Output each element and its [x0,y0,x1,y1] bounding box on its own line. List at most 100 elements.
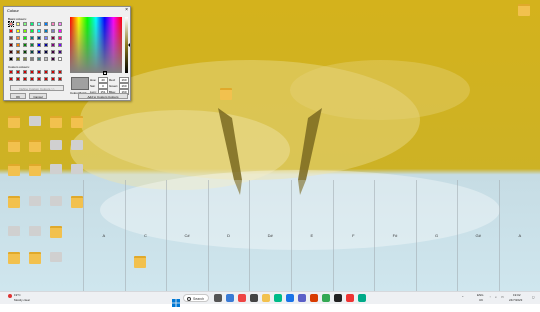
task-view-icon[interactable] [214,294,222,302]
basic-colour-swatch[interactable] [30,29,34,33]
basic-colour-swatch[interactable] [16,43,20,47]
cancel-button[interactable]: Cancel [29,93,47,99]
desktop-icon[interactable] [48,252,64,262]
desktop-icon[interactable] [6,226,22,236]
basic-colour-swatch[interactable] [44,29,48,33]
basic-colour-swatch[interactable] [51,57,55,61]
desktop-icon[interactable] [69,164,85,174]
basic-colour-swatch[interactable] [58,43,62,47]
basic-colour-swatch[interactable] [30,43,34,47]
basic-colour-swatch[interactable] [9,29,13,33]
basic-colour-swatch[interactable] [8,21,14,27]
basic-colour-swatch[interactable] [37,43,41,47]
basic-colour-swatch[interactable] [58,22,62,26]
basic-colour-swatch[interactable] [44,22,48,26]
basic-colour-swatch[interactable] [51,36,55,40]
store-icon[interactable] [274,294,282,302]
desktop-icon[interactable] [27,140,43,152]
weather-temp[interactable]: 19°C [14,293,21,297]
desktop-icon[interactable] [132,256,148,268]
weather-desc[interactable]: Mostly clear [14,298,30,302]
basic-colour-swatch[interactable] [58,57,62,61]
media-icon[interactable] [346,294,354,302]
custom-colour-swatch[interactable] [30,70,34,74]
start-button-icon[interactable] [172,294,180,307]
basic-colour-swatch[interactable] [23,29,27,33]
custom-colour-swatch[interactable] [37,70,41,74]
edge-icon[interactable] [226,294,234,302]
basic-colour-swatch[interactable] [23,36,27,40]
add-to-custom-colours-button[interactable]: Add to Custom Colours [78,93,128,99]
basic-colour-swatch[interactable] [16,29,20,33]
define-custom-colours-button[interactable]: Define Custom Colours >> [10,85,64,91]
basic-colour-swatch[interactable] [44,36,48,40]
basic-colour-swatch[interactable] [16,50,20,54]
basic-colour-swatch[interactable] [44,57,48,61]
basic-colour-swatch[interactable] [37,57,41,61]
chevron-up-icon[interactable]: ^ [462,295,463,299]
chrome-icon[interactable] [238,294,246,302]
desktop-icon[interactable] [6,164,22,176]
basic-colour-swatch[interactable] [23,57,27,61]
basic-colour-swatch[interactable] [51,29,55,33]
basic-colour-swatch[interactable] [58,36,62,40]
desktop-icon[interactable] [516,4,532,16]
desktop-icon[interactable] [27,164,43,176]
ok-button[interactable]: OK [10,93,26,99]
basic-colour-swatch[interactable] [37,36,41,40]
custom-colour-swatch[interactable] [44,77,48,81]
desktop-icon[interactable] [69,116,85,128]
desktop-icon[interactable] [27,252,43,264]
desktop-icon[interactable] [27,196,43,206]
teams-icon[interactable] [298,294,306,302]
basic-colour-swatch[interactable] [51,22,55,26]
desktop-icon[interactable] [6,140,22,152]
desktop-icon[interactable] [69,140,85,150]
custom-colour-swatch[interactable] [9,77,13,81]
colour-spectrum[interactable] [70,17,122,75]
desktop-icon[interactable] [48,116,64,128]
basic-colour-swatch[interactable] [23,50,27,54]
basic-colour-swatch[interactable] [51,43,55,47]
custom-colour-swatch[interactable] [37,77,41,81]
battery-icon[interactable]: ▭ [501,295,504,299]
desktop-icon[interactable] [6,196,22,208]
basic-colour-swatch[interactable] [16,36,20,40]
luminance-arrow-icon[interactable] [128,43,130,47]
lang[interactable]: ENG [477,293,484,297]
search-box[interactable]: Search [183,294,209,302]
basic-colour-swatch[interactable] [37,22,41,26]
basic-colour-swatch[interactable] [44,43,48,47]
basic-colour-swatch[interactable] [9,57,13,61]
desktop-icon[interactable] [27,116,43,126]
maps-icon[interactable] [322,294,330,302]
custom-colour-swatch[interactable] [23,70,27,74]
basic-colour-swatch[interactable] [51,50,55,54]
basic-colour-swatch[interactable] [9,36,13,40]
basic-colour-swatch[interactable] [58,50,62,54]
desktop-icon[interactable] [69,196,85,208]
weather-icon[interactable] [8,294,12,298]
basic-colour-swatch[interactable] [30,22,34,26]
close-icon[interactable]: × [125,7,128,13]
desktop-icon[interactable] [6,252,22,264]
file-explorer-icon[interactable] [262,294,270,302]
desktop-icon[interactable] [48,226,64,238]
basic-colour-swatch[interactable] [30,36,34,40]
basic-colour-swatch[interactable] [44,50,48,54]
desktop-icon[interactable] [48,164,64,174]
basic-colour-swatch[interactable] [9,50,13,54]
custom-colour-swatch[interactable] [58,77,62,81]
basic-colour-swatch[interactable] [9,43,13,47]
basic-colour-swatch[interactable] [30,50,34,54]
desktop-icon[interactable] [48,140,64,150]
basic-colour-swatch[interactable] [37,50,41,54]
custom-colour-swatch[interactable] [44,70,48,74]
custom-colour-swatch[interactable] [30,77,34,81]
desktop-icon[interactable] [6,116,22,128]
custom-colour-swatch[interactable] [58,70,62,74]
widgets-icon[interactable] [250,294,258,302]
custom-colour-swatch[interactable] [51,77,55,81]
basic-colour-swatch[interactable] [16,57,20,61]
basic-colour-swatch[interactable] [30,57,34,61]
